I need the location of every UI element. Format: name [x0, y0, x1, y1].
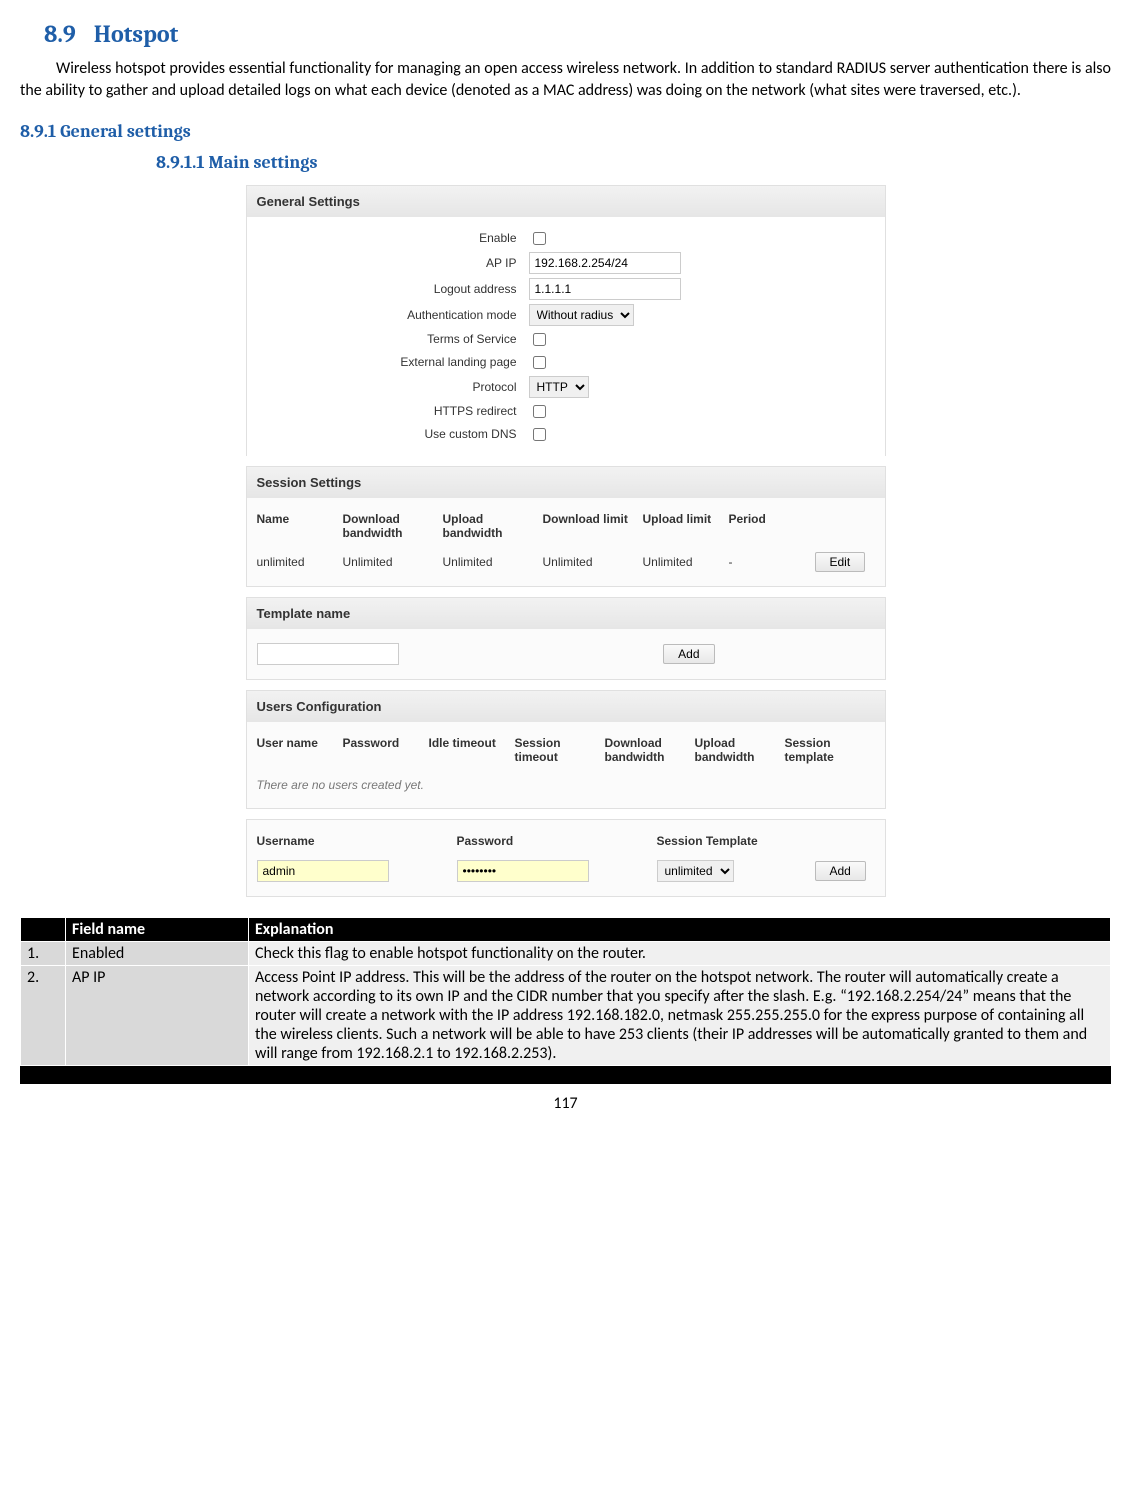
add-username-input[interactable]: [257, 860, 389, 882]
ucol-tmpl: Session template: [785, 736, 875, 764]
cell-name: unlimited: [257, 555, 343, 569]
footer-black-bar: [20, 1066, 1111, 1084]
row-text: Access Point IP address. This will be th…: [249, 965, 1111, 1065]
session-settings-header: Session Settings: [246, 466, 886, 498]
template-name-input[interactable]: [257, 643, 399, 665]
add-user-row: unlimited Add: [257, 854, 875, 888]
proto-label: Protocol: [257, 380, 529, 394]
cell-dlbw: Unlimited: [343, 555, 443, 569]
ucol-ulbw: Upload bandwidth: [695, 736, 785, 764]
heading-number: 8.9: [44, 20, 76, 48]
explanation-table: Field name Explanation 1. Enabled Check …: [20, 917, 1111, 1066]
enable-checkbox[interactable]: [533, 232, 546, 245]
col-ulbw: Upload bandwidth: [443, 512, 543, 540]
add-user-button[interactable]: Add: [815, 861, 866, 881]
row-field: Enabled: [66, 941, 249, 965]
cell-ull: Unlimited: [643, 555, 729, 569]
template-name-header: Template name: [246, 597, 886, 629]
cell-dll: Unlimited: [543, 555, 643, 569]
col-period: Period: [729, 512, 815, 540]
session-table-head: Name Download bandwidth Upload bandwidth…: [257, 506, 875, 546]
ucol-idle: Idle timeout: [429, 736, 515, 764]
users-config-header: Users Configuration: [246, 690, 886, 722]
router-ui-panel: General Settings Enable AP IP Logout add…: [246, 185, 886, 897]
auth-label: Authentication mode: [257, 308, 529, 322]
users-table-head: User name Password Idle timeout Session …: [257, 730, 875, 770]
ucol-pw: Password: [343, 736, 429, 764]
acol-un: Username: [257, 834, 457, 848]
edit-button[interactable]: Edit: [815, 552, 866, 572]
ext-checkbox[interactable]: [533, 356, 546, 369]
add-password-input[interactable]: [457, 860, 589, 882]
col-ull: Upload limit: [643, 512, 729, 540]
proto-select[interactable]: HTTP: [529, 376, 589, 398]
logout-label: Logout address: [257, 282, 529, 296]
ucol-un: User name: [257, 736, 343, 764]
auth-select[interactable]: Without radius: [529, 304, 634, 326]
col-dlbw: Download bandwidth: [343, 512, 443, 540]
ext-label: External landing page: [257, 355, 529, 369]
thead-num: [21, 917, 66, 941]
ucol-dlbw: Download bandwidth: [605, 736, 695, 764]
add-user-head: Username Password Session Template: [257, 828, 875, 854]
col-dll: Download limit: [543, 512, 643, 540]
heading-8-9: 8.9 Hotspot: [44, 20, 1111, 48]
dns-checkbox[interactable]: [533, 428, 546, 441]
tos-checkbox[interactable]: [533, 333, 546, 346]
cell-period: -: [729, 555, 815, 569]
row-num: 1.: [21, 941, 66, 965]
apip-input[interactable]: [529, 252, 681, 274]
thead-expl: Explanation: [249, 917, 1111, 941]
row-field: AP IP: [66, 965, 249, 1065]
add-template-select[interactable]: unlimited: [657, 860, 734, 882]
heading-8-9-1: 8.9.1 General settings: [20, 121, 1111, 142]
intro-paragraph: Wireless hotspot provides essential func…: [20, 58, 1111, 103]
session-table-row: unlimited Unlimited Unlimited Unlimited …: [257, 546, 875, 578]
page-number: 117: [20, 1094, 1111, 1113]
table-row: 1. Enabled Check this flag to enable hot…: [21, 941, 1111, 965]
table-row: 2. AP IP Access Point IP address. This w…: [21, 965, 1111, 1065]
apip-label: AP IP: [257, 256, 529, 270]
ucol-sess: Session timeout: [515, 736, 605, 764]
enable-label: Enable: [257, 231, 529, 245]
cell-ulbw: Unlimited: [443, 555, 543, 569]
heading-8-9-1-1: 8.9.1.1 Main settings: [156, 152, 1111, 173]
tos-label: Terms of Service: [257, 332, 529, 346]
row-num: 2.: [21, 965, 66, 1065]
dns-label: Use custom DNS: [257, 427, 529, 441]
thead-field: Field name: [66, 917, 249, 941]
heading-text: Hotspot: [94, 20, 179, 48]
acol-pw: Password: [457, 834, 657, 848]
https-checkbox[interactable]: [533, 405, 546, 418]
users-empty-note: There are no users created yet.: [257, 770, 875, 800]
general-settings-header: General Settings: [246, 185, 886, 217]
https-label: HTTPS redirect: [257, 404, 529, 418]
template-add-button[interactable]: Add: [663, 644, 714, 664]
acol-tmpl: Session Template: [657, 834, 815, 848]
col-name: Name: [257, 512, 343, 540]
logout-input[interactable]: [529, 278, 681, 300]
row-text: Check this flag to enable hotspot functi…: [249, 941, 1111, 965]
